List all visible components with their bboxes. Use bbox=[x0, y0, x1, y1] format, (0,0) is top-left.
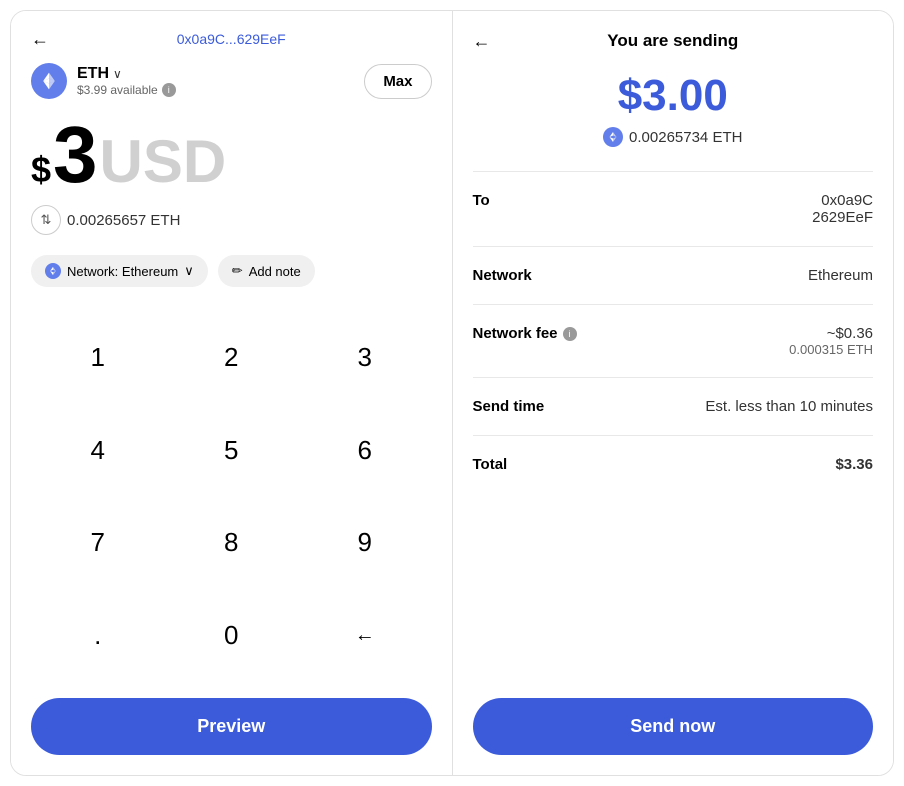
key-0[interactable]: 0 bbox=[165, 589, 299, 682]
sending-amount-usd: $3.00 bbox=[473, 71, 874, 121]
panel1-header: ← 0x0a9C...629EeF bbox=[31, 31, 432, 47]
fee-values: ~$0.36 0.000315 ETH bbox=[789, 325, 873, 357]
eth-amount-text: 0.00265734 ETH bbox=[629, 129, 742, 146]
fee-label: Network fee bbox=[473, 325, 558, 342]
amount-display: $ 3 USD bbox=[31, 115, 432, 195]
send-confirmation-panel: ← You are sending $3.00 0.00265734 ETH T… bbox=[453, 11, 894, 775]
key-9[interactable]: 9 bbox=[298, 497, 432, 590]
key-backspace[interactable]: ← bbox=[298, 589, 432, 682]
key-6[interactable]: 6 bbox=[298, 404, 432, 497]
add-note-label: Add note bbox=[249, 264, 301, 279]
currency-chevron-icon: ∨ bbox=[113, 67, 122, 81]
divider2 bbox=[473, 246, 874, 247]
currency-info: ETH ∨ $3.99 available i bbox=[31, 63, 176, 99]
to-label: To bbox=[473, 192, 490, 209]
panel2-back-button[interactable]: ← bbox=[473, 31, 491, 52]
add-note-button[interactable]: ✏ Add note bbox=[218, 255, 315, 287]
network-eth-icon bbox=[45, 263, 61, 279]
network-row-label: Network bbox=[473, 267, 532, 284]
network-row: Network Ethereum bbox=[473, 267, 874, 284]
panel1-back-button[interactable]: ← bbox=[31, 29, 49, 50]
key-8[interactable]: 8 bbox=[165, 497, 299, 590]
app-container: ← 0x0a9C...629EeF ETH bbox=[10, 10, 894, 776]
network-chevron-icon: ∨ bbox=[184, 263, 194, 279]
send-time-label: Send time bbox=[473, 398, 545, 415]
divider4 bbox=[473, 377, 874, 378]
fee-secondary: 0.000315 ETH bbox=[789, 342, 873, 357]
divider5 bbox=[473, 435, 874, 436]
fee-primary: ~$0.36 bbox=[789, 325, 873, 342]
eth-logo-icon bbox=[31, 63, 67, 99]
max-button[interactable]: Max bbox=[364, 64, 431, 99]
usd-label: USD bbox=[100, 132, 227, 192]
divider bbox=[473, 171, 874, 172]
divider3 bbox=[473, 304, 874, 305]
currency-symbol: ETH bbox=[77, 65, 109, 83]
total-value: $3.36 bbox=[835, 456, 873, 473]
currency-row: ETH ∨ $3.99 available i Max bbox=[31, 63, 432, 99]
to-row: To 0x0a9C 2629EeF bbox=[473, 192, 874, 226]
swap-icon[interactable]: ⇅ bbox=[31, 205, 61, 235]
panel2-header: ← You are sending bbox=[473, 31, 874, 51]
key-3[interactable]: 3 bbox=[298, 311, 432, 404]
preview-button[interactable]: Preview bbox=[31, 698, 432, 755]
key-5[interactable]: 5 bbox=[165, 404, 299, 497]
total-row: Total $3.36 bbox=[473, 456, 874, 473]
key-2[interactable]: 2 bbox=[165, 311, 299, 404]
key-decimal[interactable]: . bbox=[31, 589, 165, 682]
keypad: 1 2 3 4 5 6 7 8 9 . 0 ← bbox=[31, 311, 432, 682]
options-row: Network: Ethereum ∨ ✏ Add note bbox=[31, 255, 432, 287]
network-row-value: Ethereum bbox=[808, 267, 873, 284]
currency-selector[interactable]: ETH ∨ bbox=[77, 65, 176, 83]
dollar-sign: $ bbox=[31, 149, 51, 191]
available-balance: $3.99 available i bbox=[77, 83, 176, 97]
pencil-icon: ✏ bbox=[232, 263, 243, 279]
to-address: 0x0a9C 2629EeF bbox=[812, 192, 873, 226]
key-1[interactable]: 1 bbox=[31, 311, 165, 404]
to-address-line2: 2629EeF bbox=[812, 209, 873, 226]
send-now-button[interactable]: Send now bbox=[473, 698, 874, 755]
fee-info-icon[interactable]: i bbox=[563, 327, 577, 341]
eth-equivalent-text: 0.00265657 ETH bbox=[67, 212, 180, 229]
panel2-title: You are sending bbox=[607, 31, 738, 51]
fee-label-row: Network fee i bbox=[473, 325, 577, 342]
network-label: Network: Ethereum bbox=[67, 264, 178, 279]
info-icon[interactable]: i bbox=[162, 83, 176, 97]
total-label: Total bbox=[473, 456, 508, 473]
key-7[interactable]: 7 bbox=[31, 497, 165, 590]
currency-details: ETH ∨ $3.99 available i bbox=[77, 65, 176, 97]
eth-logo-small-icon bbox=[603, 127, 623, 147]
sending-amount-eth: 0.00265734 ETH bbox=[473, 127, 874, 147]
to-address-line1: 0x0a9C bbox=[812, 192, 873, 209]
recipient-address[interactable]: 0x0a9C...629EeF bbox=[177, 31, 286, 47]
send-time-row: Send time Est. less than 10 minutes bbox=[473, 398, 874, 415]
network-selector-button[interactable]: Network: Ethereum ∨ bbox=[31, 255, 208, 287]
send-amount-panel: ← 0x0a9C...629EeF ETH bbox=[11, 11, 453, 775]
detail-section: To 0x0a9C 2629EeF Network Ethereum Netwo… bbox=[473, 192, 874, 698]
eth-equivalent: ⇅ 0.00265657 ETH bbox=[31, 205, 432, 235]
send-time-value: Est. less than 10 minutes bbox=[705, 398, 873, 415]
fee-row: Network fee i ~$0.36 0.000315 ETH bbox=[473, 325, 874, 357]
amount-number: 3 bbox=[53, 115, 98, 195]
key-4[interactable]: 4 bbox=[31, 404, 165, 497]
